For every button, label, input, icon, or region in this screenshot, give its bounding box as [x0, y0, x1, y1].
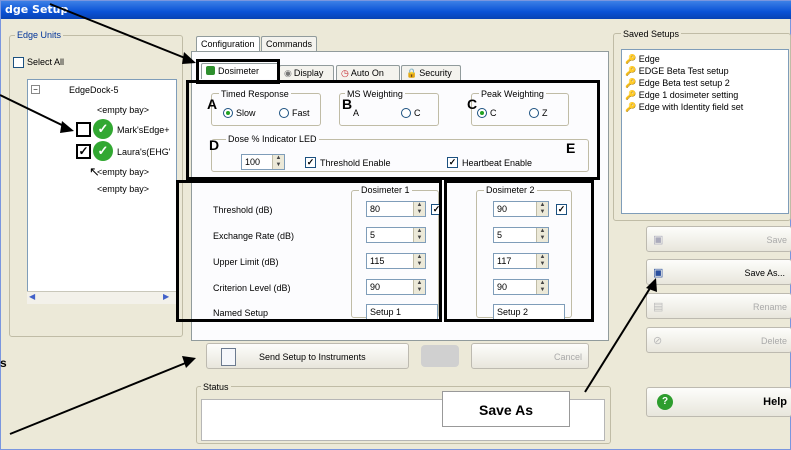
arrow-to-dosimeter-tab — [49, 3, 191, 61]
arrow-to-save-as — [584, 284, 653, 393]
arrow-to-send-setup — [9, 361, 189, 435]
annotation-arrows — [0, 3, 657, 435]
arrowhead-icon — [646, 278, 657, 292]
arrowhead-icon — [182, 356, 196, 368]
arrowhead-icon — [60, 121, 74, 133]
arrow-to-edge-unit — [0, 94, 69, 129]
arrowhead-icon — [182, 52, 196, 64]
